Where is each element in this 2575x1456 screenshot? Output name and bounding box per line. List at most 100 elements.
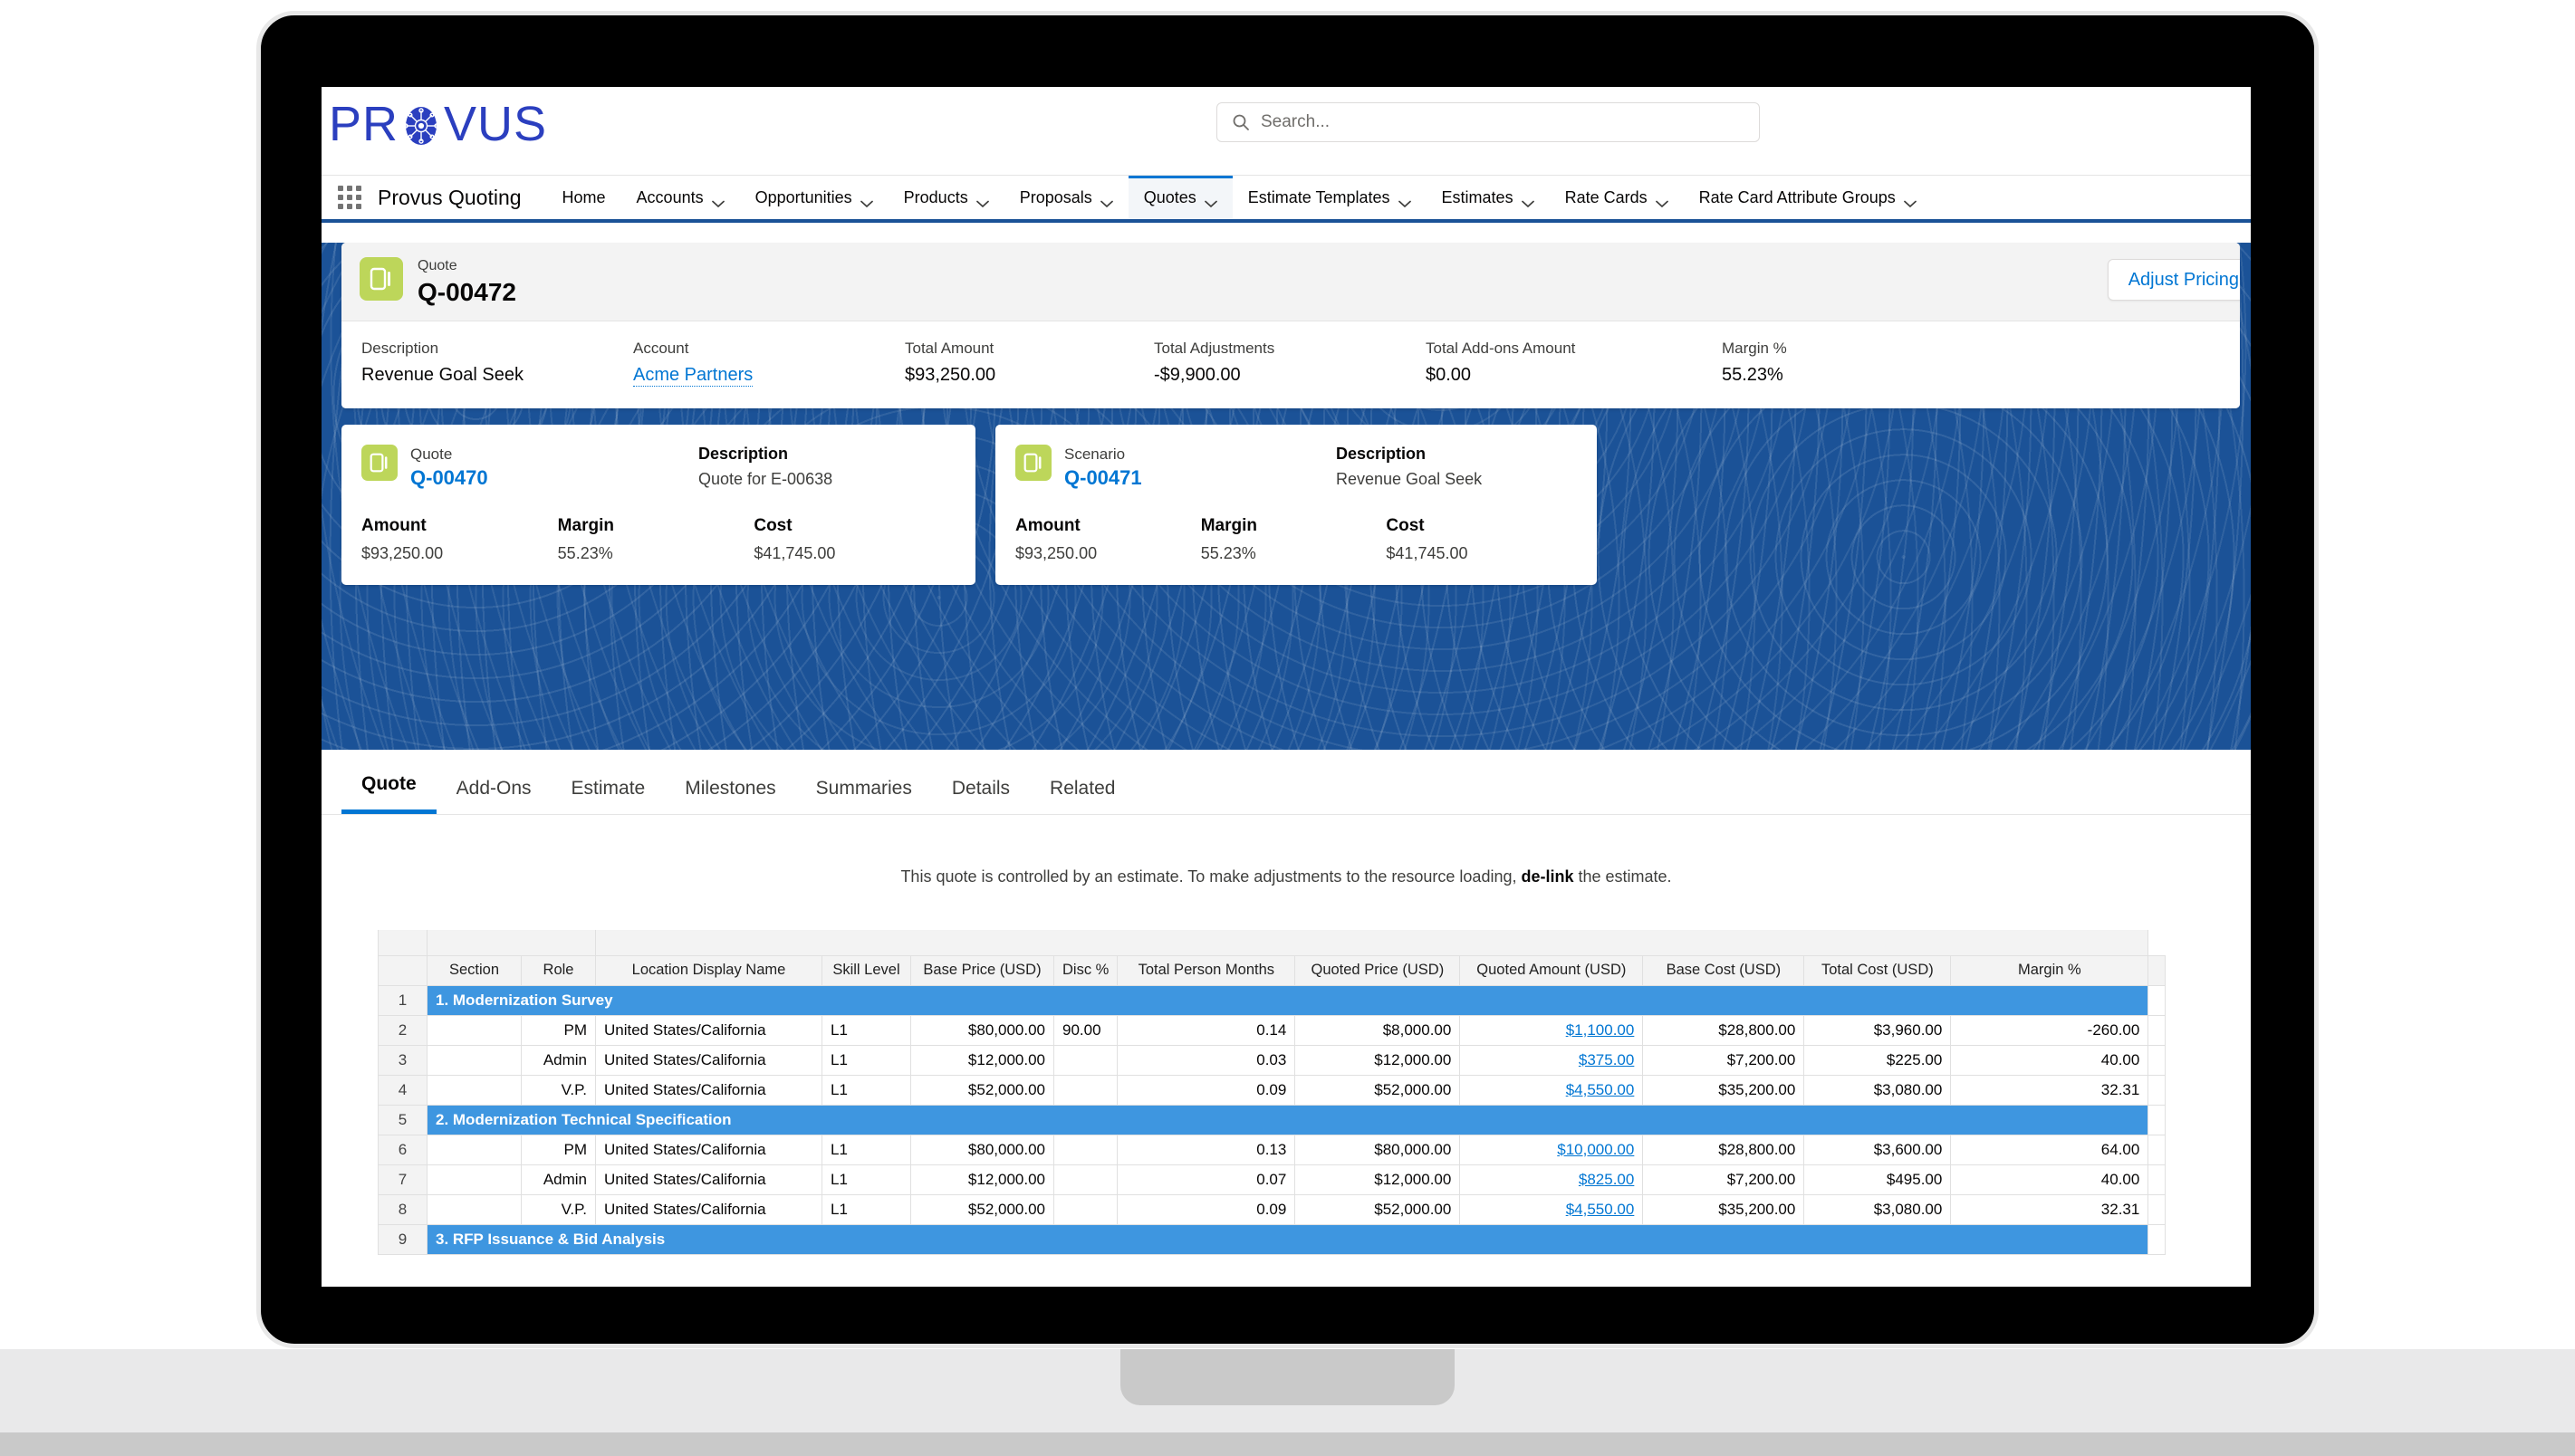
nav-item-accounts[interactable]: Accounts (621, 176, 740, 219)
tab-related[interactable]: Related (1030, 778, 1135, 814)
grid-cell-total-person-months[interactable]: 0.14 (1117, 1014, 1296, 1046)
field-value[interactable]: Acme Partners (633, 365, 754, 387)
grid-cell-location[interactable]: United States/California (595, 1134, 822, 1165)
grid-cell-section[interactable] (427, 1193, 522, 1225)
grid-cell-disc-pct[interactable]: 90.00 (1052, 1014, 1119, 1046)
grid-cell-total-person-months[interactable]: 0.03 (1117, 1044, 1296, 1076)
grid-cell-disc-pct[interactable] (1052, 1193, 1119, 1225)
chevron-down-icon[interactable] (1204, 194, 1217, 207)
nav-item-opportunities[interactable]: Opportunities (740, 176, 889, 219)
quoted-amount-link[interactable]: $4,550.00 (1566, 1081, 1635, 1098)
nav-item-rate-card-attribute-groups[interactable]: Rate Card Attribute Groups (1684, 176, 1932, 219)
grid-cell-section[interactable] (427, 1074, 522, 1106)
chevron-down-icon[interactable] (975, 194, 989, 207)
grid-cell-margin-pct[interactable]: 40.00 (1950, 1164, 2149, 1195)
quoted-amount-link[interactable]: $4,550.00 (1566, 1201, 1635, 1218)
grid-cell-skill-level[interactable]: L1 (822, 1044, 911, 1076)
grid-cell-total-cost[interactable]: $3,080.00 (1803, 1074, 1952, 1106)
grid-col-margin-[interactable]: Margin % (1950, 954, 2149, 986)
grid-cell-base-cost[interactable]: $28,800.00 (1642, 1134, 1805, 1165)
grid-cell-margin-pct[interactable]: 64.00 (1950, 1134, 2149, 1165)
chevron-down-icon[interactable] (1100, 194, 1113, 207)
grid-col-quoted-price-usd-[interactable]: Quoted Price (USD) (1294, 954, 1461, 986)
grid-cell-total-person-months[interactable]: 0.09 (1117, 1074, 1296, 1106)
grid-cell-quoted-amount[interactable]: $10,000.00 (1459, 1134, 1644, 1165)
quoted-amount-link[interactable]: $1,100.00 (1566, 1021, 1635, 1039)
grid-cell-quoted-amount[interactable]: $375.00 (1459, 1044, 1644, 1076)
grid-cell-skill-level[interactable]: L1 (822, 1193, 911, 1225)
tab-summaries[interactable]: Summaries (796, 778, 932, 814)
grid-cell-base-price[interactable]: $12,000.00 (910, 1164, 1054, 1195)
grid-cell-base-cost[interactable]: $7,200.00 (1642, 1164, 1805, 1195)
grid-cell-base-price[interactable]: $12,000.00 (910, 1044, 1054, 1076)
grid-cell-total-cost[interactable]: $3,600.00 (1803, 1134, 1952, 1165)
chevron-down-icon[interactable] (1655, 194, 1668, 207)
quoted-amount-link[interactable]: $10,000.00 (1557, 1141, 1634, 1158)
grid-cell-quoted-price[interactable]: $52,000.00 (1294, 1074, 1461, 1106)
grid-col-quoted-amount-usd-[interactable]: Quoted Amount (USD) (1459, 954, 1644, 986)
grid-col-total-cost-usd-[interactable]: Total Cost (USD) (1803, 954, 1952, 986)
grid-cell-quoted-price[interactable]: $12,000.00 (1294, 1044, 1461, 1076)
grid-cell-total-cost[interactable]: $495.00 (1803, 1164, 1952, 1195)
grid-section-label[interactable]: 3. RFP Issuance & Bid Analysis (426, 1223, 2149, 1255)
search-input[interactable] (1261, 112, 1744, 132)
grid-cell-base-price[interactable]: $80,000.00 (910, 1014, 1054, 1046)
grid-cell-role[interactable]: V.P. (521, 1193, 596, 1225)
nav-item-home[interactable]: Home (547, 176, 621, 219)
grid-cell-base-price[interactable]: $80,000.00 (910, 1134, 1054, 1165)
chevron-down-icon[interactable] (1398, 194, 1411, 207)
grid-cell-location[interactable]: United States/California (595, 1074, 822, 1106)
grid-cell-disc-pct[interactable] (1052, 1134, 1119, 1165)
de-link-action[interactable]: de-link (1521, 867, 1573, 886)
chevron-down-icon[interactable] (1903, 194, 1917, 207)
tab-quote[interactable]: Quote (341, 773, 437, 814)
grid-cell-disc-pct[interactable] (1052, 1164, 1119, 1195)
tab-add-ons[interactable]: Add-Ons (437, 778, 552, 814)
nav-item-rate-cards[interactable]: Rate Cards (1550, 176, 1684, 219)
global-search-box[interactable] (1216, 102, 1760, 142)
grid-cell-quoted-price[interactable]: $80,000.00 (1294, 1134, 1461, 1165)
quoted-amount-link[interactable]: $825.00 (1579, 1171, 1634, 1188)
card-record-link[interactable]: Q-00471 (1064, 465, 1336, 492)
grid-col-skill-level[interactable]: Skill Level (822, 954, 911, 986)
grid-cell-role[interactable]: PM (521, 1014, 596, 1046)
grid-col-section[interactable]: Section (427, 954, 522, 986)
quoted-amount-link[interactable]: $375.00 (1579, 1051, 1634, 1068)
nav-item-proposals[interactable]: Proposals (1004, 176, 1129, 219)
grid-cell-base-cost[interactable]: $28,800.00 (1642, 1014, 1805, 1046)
nav-item-quotes[interactable]: Quotes (1128, 176, 1233, 219)
nav-item-estimates[interactable]: Estimates (1427, 176, 1550, 219)
grid-cell-section[interactable] (427, 1164, 522, 1195)
grid-col-role[interactable]: Role (521, 954, 596, 986)
grid-cell-base-price[interactable]: $52,000.00 (910, 1074, 1054, 1106)
grid-cell-quoted-price[interactable]: $52,000.00 (1294, 1193, 1461, 1225)
grid-col-location-display-name[interactable]: Location Display Name (595, 954, 822, 986)
grid-cell-quoted-amount[interactable]: $825.00 (1459, 1164, 1644, 1195)
grid-cell-quoted-amount[interactable]: $4,550.00 (1459, 1074, 1644, 1106)
chevron-down-icon[interactable] (860, 194, 873, 207)
grid-section-label[interactable]: 2. Modernization Technical Specification (426, 1104, 2149, 1135)
grid-cell-role[interactable]: Admin (521, 1044, 596, 1076)
chevron-down-icon[interactable] (1521, 194, 1534, 207)
grid-cell-quoted-amount[interactable]: $1,100.00 (1459, 1014, 1644, 1046)
grid-col-total-person-months[interactable]: Total Person Months (1117, 954, 1296, 986)
grid-cell-margin-pct[interactable]: 32.31 (1950, 1074, 2149, 1106)
grid-cell-total-cost[interactable]: $3,080.00 (1803, 1193, 1952, 1225)
grid-cell-margin-pct[interactable]: 40.00 (1950, 1044, 2149, 1076)
tab-details[interactable]: Details (932, 778, 1030, 814)
grid-cell-location[interactable]: United States/California (595, 1014, 822, 1046)
chevron-down-icon[interactable] (711, 194, 725, 207)
app-launcher-button[interactable] (329, 176, 374, 219)
grid-cell-role[interactable]: Admin (521, 1164, 596, 1195)
grid-cell-total-person-months[interactable]: 0.07 (1117, 1164, 1296, 1195)
grid-cell-base-cost[interactable]: $35,200.00 (1642, 1074, 1805, 1106)
grid-cell-quoted-price[interactable]: $8,000.00 (1294, 1014, 1461, 1046)
grid-section-label[interactable]: 1. Modernization Survey (426, 984, 2149, 1016)
grid-cell-quoted-price[interactable]: $12,000.00 (1294, 1164, 1461, 1195)
grid-cell-skill-level[interactable]: L1 (822, 1014, 911, 1046)
grid-cell-role[interactable]: PM (521, 1134, 596, 1165)
grid-cell-location[interactable]: United States/California (595, 1193, 822, 1225)
grid-cell-base-price[interactable]: $52,000.00 (910, 1193, 1054, 1225)
grid-cell-location[interactable]: United States/California (595, 1044, 822, 1076)
grid-cell-total-cost[interactable]: $3,960.00 (1803, 1014, 1952, 1046)
